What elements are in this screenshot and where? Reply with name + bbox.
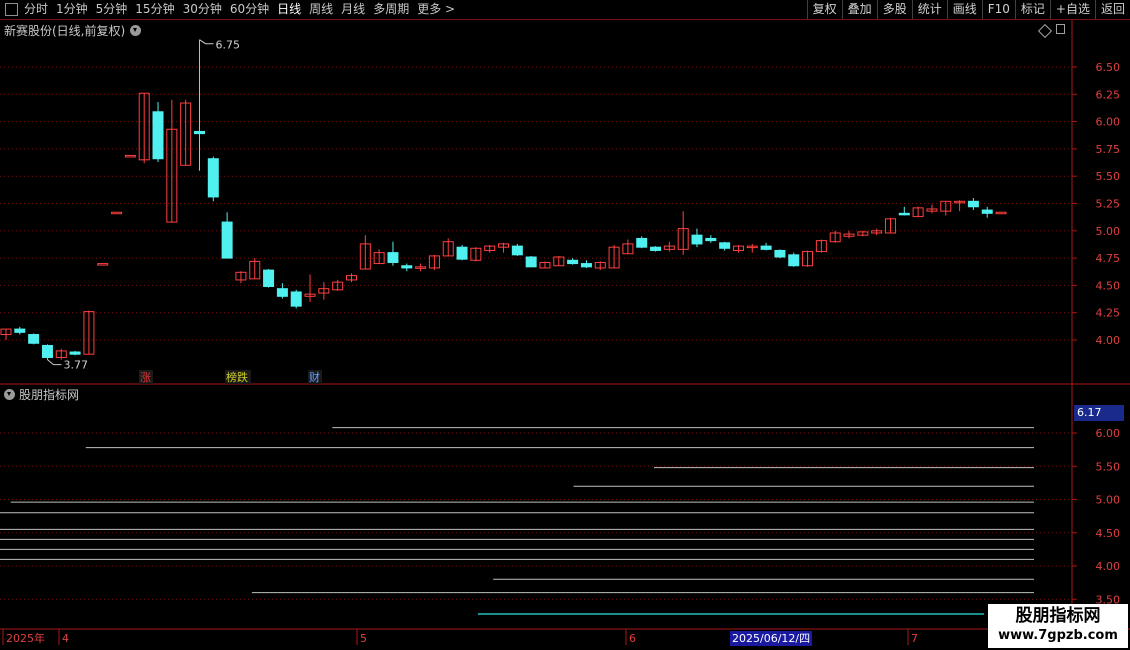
x-tick-label: 6	[629, 632, 636, 645]
y-tick-label: 6.50	[1096, 61, 1121, 74]
watermark-line2: www.7gpzb.com	[998, 628, 1118, 643]
candle-body-down	[981, 209, 993, 214]
y-tick-label: 4.75	[1096, 252, 1121, 265]
candle-body-down	[567, 259, 579, 265]
event-label: 涨	[140, 371, 151, 384]
sub-y-tick-label: 5.50	[1096, 460, 1121, 473]
candle-body-up	[111, 211, 123, 215]
candle-body-down	[14, 328, 26, 333]
candle-body-down	[69, 351, 81, 355]
candle-body-down	[636, 237, 648, 248]
y-tick-label: 5.50	[1096, 170, 1121, 183]
selected-date: 2025/06/12/四	[730, 631, 813, 646]
watermark: 股朋指标网 www.7gpzb.com	[988, 604, 1128, 648]
candle-body-down	[898, 212, 910, 216]
candle-body-down	[401, 265, 413, 269]
candle-body-down	[276, 288, 288, 297]
candle-body-down	[221, 221, 233, 259]
candle-body-down	[774, 249, 786, 258]
candle-body-down	[719, 242, 731, 249]
high-marker: 6.75	[215, 39, 240, 52]
candle-body-up	[124, 154, 136, 158]
x-tick-label: 5	[360, 632, 367, 645]
candle-body-down	[580, 263, 592, 268]
candle-body-up	[97, 263, 109, 266]
y-tick-label: 6.25	[1096, 88, 1121, 101]
candle-body-down	[387, 252, 399, 263]
sub-y-tick-label: 5.00	[1096, 494, 1121, 507]
x-tick-label: 7	[911, 632, 918, 645]
y-tick-label: 5.00	[1096, 225, 1121, 238]
sub-y-tick-label: 4.50	[1096, 527, 1121, 540]
candle-body-down	[41, 344, 53, 358]
kline-chart[interactable]: 6.50 6.25 6.00 5.75 5.50 5.25 5.00 4.75 4.50 4.25…	[0, 0, 1130, 650]
candle-body-up	[995, 211, 1007, 215]
low-marker-line	[47, 359, 62, 366]
candle-body-down	[525, 256, 537, 268]
candle-body-down	[691, 234, 703, 245]
sub-y-tick-label: 4.00	[1096, 560, 1121, 573]
low-marker: 3.77	[63, 359, 88, 372]
candle-body-down	[28, 334, 40, 344]
candle-body-down	[760, 245, 772, 250]
candle-body-down	[511, 245, 523, 256]
x-tick-label: 2025年	[6, 631, 45, 645]
sub-y-tick-label: 6.00	[1096, 427, 1121, 440]
y-tick-label: 5.25	[1096, 198, 1121, 211]
candle-body-down	[456, 246, 468, 260]
event-label: 榜跌	[226, 370, 248, 384]
candle-body-down	[788, 254, 800, 267]
current-price-box: 6.17	[1074, 405, 1124, 421]
candle-body-down	[290, 291, 302, 307]
y-tick-label: 4.50	[1096, 279, 1121, 292]
candle-body-down	[152, 111, 164, 160]
y-tick-label: 5.75	[1096, 143, 1121, 156]
x-tick-label: 4	[62, 632, 69, 645]
candle-body-down	[650, 246, 662, 251]
watermark-line1: 股朋指标网	[1015, 606, 1101, 626]
candle-body-down	[967, 200, 979, 208]
high-marker-line	[199, 39, 214, 45]
y-tick-label: 4.25	[1096, 307, 1121, 320]
candle-body-down	[263, 269, 275, 287]
y-tick-label: 6.00	[1096, 116, 1121, 129]
candle-body-down	[705, 237, 717, 242]
candle-body-down	[193, 130, 205, 135]
candle-body-down	[207, 158, 219, 198]
y-tick-label: 4.00	[1096, 334, 1121, 347]
event-label: 财	[309, 370, 320, 384]
